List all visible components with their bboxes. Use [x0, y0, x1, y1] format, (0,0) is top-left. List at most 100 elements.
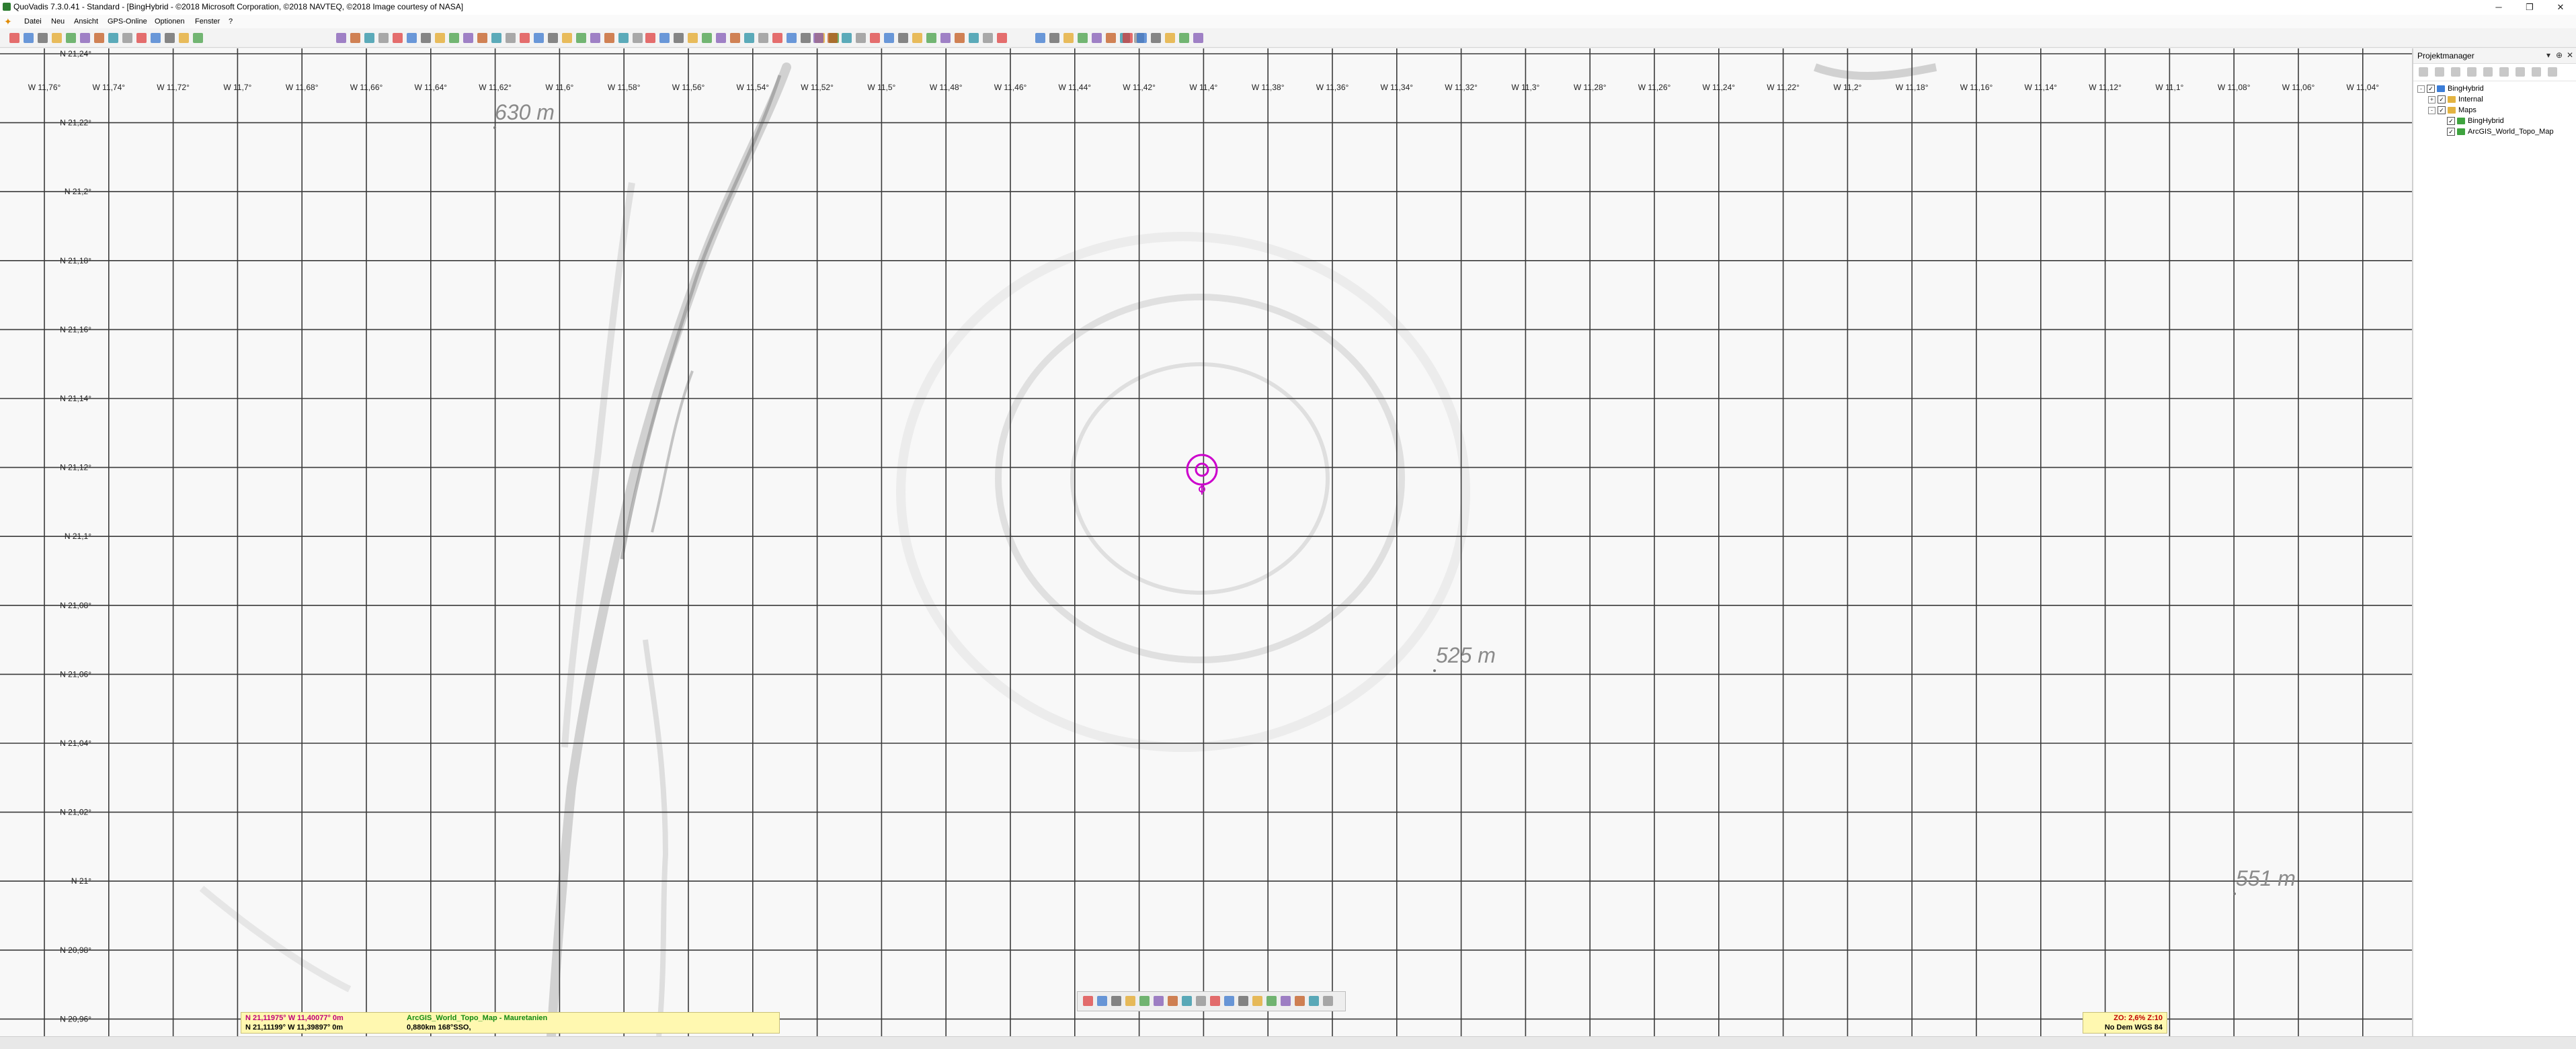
toolbar-tool-icon[interactable]	[463, 33, 473, 43]
map-tool-icon[interactable]	[1097, 996, 1107, 1006]
toolbar-tool-icon[interactable]	[842, 33, 852, 43]
layer-checkbox[interactable]: ✓	[2447, 128, 2455, 136]
toolbar-tool-icon[interactable]	[1193, 33, 1203, 43]
toolbar-tool-icon[interactable]	[1137, 33, 1147, 43]
toolbar-tool-icon[interactable]	[165, 33, 175, 43]
toolbar-tool-icon[interactable]	[378, 33, 389, 43]
map-tool-icon[interactable]	[1295, 996, 1305, 1006]
map-tool-icon[interactable]	[1154, 996, 1164, 1006]
toolbar-tool-icon[interactable]	[122, 33, 132, 43]
toolbar-tool-icon[interactable]	[393, 33, 403, 43]
expand-icon[interactable]: +	[2428, 95, 2436, 103]
toolbar-tool-icon[interactable]	[645, 33, 655, 43]
toolbar-tool-icon[interactable]	[151, 33, 161, 43]
project-tool-icon[interactable]	[2467, 67, 2477, 77]
project-tool-icon[interactable]	[2499, 67, 2509, 77]
map-canvas[interactable]: W 11,76° W 11,74° W 11,72° W 11,7° W 11,68° W…	[0, 48, 2412, 1036]
map-tool-icon[interactable]	[1281, 996, 1291, 1006]
collapse-icon[interactable]: -	[2428, 106, 2436, 114]
toolbar-tool-icon[interactable]	[80, 33, 90, 43]
toolbar-tool-icon[interactable]	[1078, 33, 1088, 43]
toolbar-tool-icon[interactable]	[633, 33, 643, 43]
menu-neu[interactable]: Neu	[51, 17, 65, 26]
toolbar-tool-icon[interactable]	[884, 33, 894, 43]
project-tool-icon[interactable]	[2451, 67, 2460, 77]
toolbar-tool-icon[interactable]	[52, 33, 62, 43]
toolbar-tool-icon[interactable]	[1165, 33, 1175, 43]
toolbar-tool-icon[interactable]	[477, 33, 487, 43]
project-tool-icon[interactable]	[2548, 67, 2557, 77]
toolbar-tool-icon[interactable]	[520, 33, 530, 43]
tree-item-binghybrid-project[interactable]: - ✓ BingHybrid	[2417, 85, 2484, 95]
map-tool-icon[interactable]	[1323, 996, 1333, 1006]
tree-item-arcgis-topo-map[interactable]: ✓ ArcGIS_World_Topo_Map	[2447, 128, 2554, 138]
toolbar-tool-icon[interactable]	[336, 33, 346, 43]
toolbar-tool-icon[interactable]	[926, 33, 936, 43]
toolbar-tool-icon[interactable]	[758, 33, 768, 43]
panel-close-icon[interactable]: ✕	[2565, 50, 2575, 60]
menu-optionen[interactable]: Optionen	[155, 17, 185, 26]
toolbar-tool-icon[interactable]	[744, 33, 754, 43]
toolbar-tool-icon[interactable]	[787, 33, 797, 43]
layer-checkbox[interactable]: ✓	[2447, 117, 2455, 126]
toolbar-tool-icon[interactable]	[506, 33, 516, 43]
toolbar-tool-icon[interactable]	[716, 33, 726, 43]
toolbar-tool-icon[interactable]	[1092, 33, 1102, 43]
map-tool-icon[interactable]	[1210, 996, 1220, 1006]
toolbar-tool-icon[interactable]	[407, 33, 417, 43]
toolbar-tool-icon[interactable]	[955, 33, 965, 43]
menu-gps-online[interactable]: GPS-Online	[108, 17, 147, 26]
map-view[interactable]: W 11,76° W 11,74° W 11,72° W 11,7° W 11,68° W…	[0, 48, 2412, 1036]
toolbar-tool-icon[interactable]	[193, 33, 203, 43]
menu-fenster[interactable]: Fenster	[195, 17, 220, 26]
toolbar-tool-icon[interactable]	[435, 33, 445, 43]
minimize-button[interactable]: ─	[2483, 0, 2514, 15]
toolbar-tool-icon[interactable]	[801, 33, 811, 43]
toolbar-tool-icon[interactable]	[421, 33, 431, 43]
toolbar-tool-icon[interactable]	[66, 33, 76, 43]
map-tool-icon[interactable]	[1083, 996, 1093, 1006]
toolbar-tool-icon[interactable]	[534, 33, 544, 43]
toolbar-tool-icon[interactable]	[1123, 33, 1133, 43]
toolbar-tool-icon[interactable]	[1063, 33, 1074, 43]
menu-ansicht[interactable]: Ansicht	[74, 17, 98, 26]
project-tool-icon[interactable]	[2435, 67, 2444, 77]
pin-icon[interactable]: ⊕	[2554, 50, 2564, 60]
toolbar-tool-icon[interactable]	[912, 33, 922, 43]
toolbar-tool-icon[interactable]	[364, 33, 374, 43]
map-tool-icon[interactable]	[1224, 996, 1234, 1006]
map-tool-icon[interactable]	[1168, 996, 1178, 1006]
tree-item-internal[interactable]: + ✓ Internal	[2428, 95, 2483, 106]
layer-checkbox[interactable]: ✓	[2438, 95, 2446, 104]
toolbar-tool-icon[interactable]	[604, 33, 614, 43]
toolbar-tool-icon[interactable]	[1035, 33, 1045, 43]
toolbar-tool-icon[interactable]	[562, 33, 572, 43]
map-tool-icon[interactable]	[1309, 996, 1319, 1006]
layer-checkbox[interactable]: ✓	[2438, 106, 2446, 115]
toolbar-tool-icon[interactable]	[898, 33, 908, 43]
maximize-button[interactable]: ❐	[2514, 0, 2545, 15]
toolbar-tool-icon[interactable]	[856, 33, 866, 43]
toolbar-tool-icon[interactable]	[940, 33, 951, 43]
menu-datei[interactable]: Datei	[24, 17, 42, 26]
menu-help[interactable]: ?	[229, 17, 233, 26]
map-tool-icon[interactable]	[1252, 996, 1262, 1006]
map-tool-icon[interactable]	[1238, 996, 1248, 1006]
toolbar-tool-icon[interactable]	[813, 33, 823, 43]
toolbar-tool-icon[interactable]	[108, 33, 118, 43]
toolbar-tool-icon[interactable]	[828, 33, 838, 43]
app-logo-icon[interactable]: ✦	[4, 17, 12, 26]
map-tool-icon[interactable]	[1266, 996, 1277, 1006]
toolbar-tool-icon[interactable]	[730, 33, 740, 43]
map-tool-icon[interactable]	[1182, 996, 1192, 1006]
chevron-down-icon[interactable]: ▾	[2544, 50, 2553, 60]
map-tool-icon[interactable]	[1196, 996, 1206, 1006]
toolbar-tool-icon[interactable]	[870, 33, 880, 43]
project-tool-icon[interactable]	[2532, 67, 2541, 77]
toolbar-tool-icon[interactable]	[702, 33, 712, 43]
map-tool-icon[interactable]	[1139, 996, 1150, 1006]
toolbar-tool-icon[interactable]	[94, 33, 104, 43]
tree-item-binghybrid-map[interactable]: ✓ BingHybrid	[2447, 117, 2504, 128]
toolbar-tool-icon[interactable]	[688, 33, 698, 43]
toolbar-tool-icon[interactable]	[674, 33, 684, 43]
